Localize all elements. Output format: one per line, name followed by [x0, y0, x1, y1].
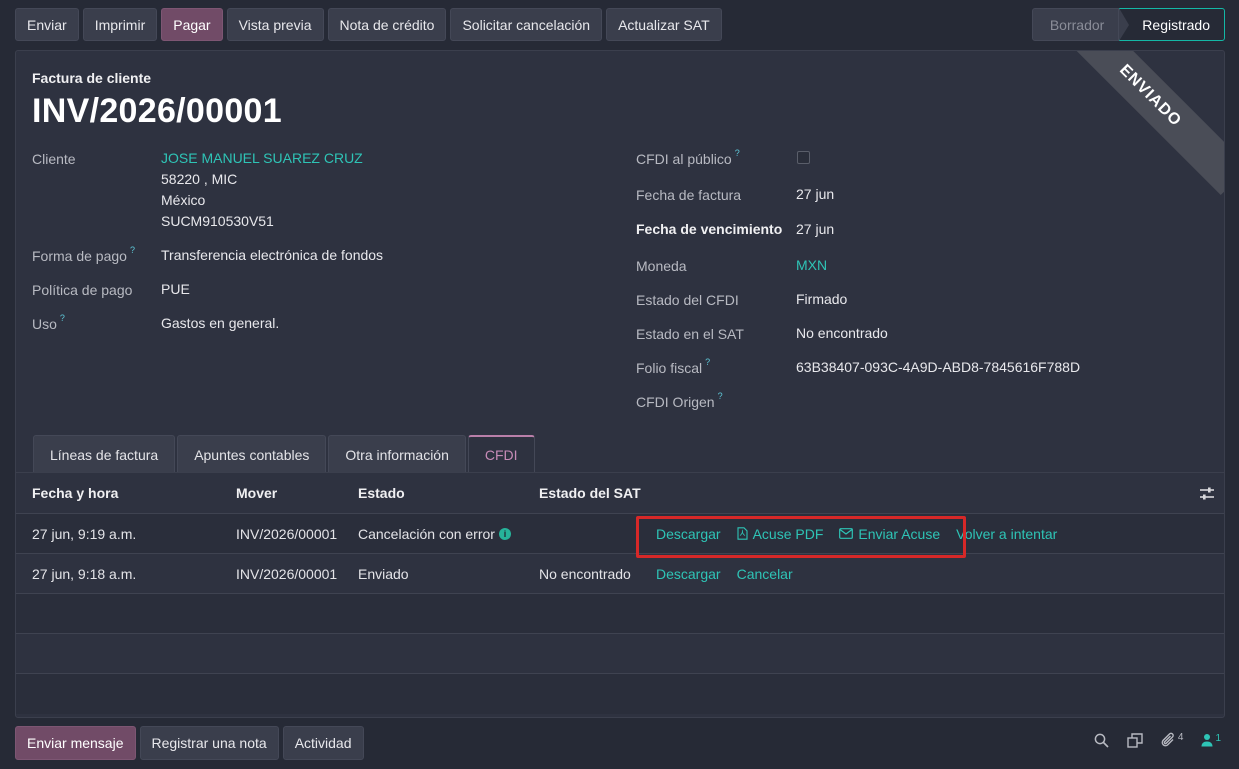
customer-address-line1: 58220 , MIC: [161, 171, 238, 187]
due-date-label: Fecha de vencimiento: [636, 221, 783, 237]
sat-state-label: Estado en el SAT: [636, 326, 744, 342]
payment-method-label: Forma de pago?: [32, 245, 135, 264]
payment-policy-value[interactable]: PUE: [161, 279, 190, 300]
invoice-number: INV/2026/00001: [32, 92, 282, 130]
payment-policy-label: Política de pago: [32, 282, 133, 298]
customer-link[interactable]: JOSE MANUEL SUAREZ CRUZ: [161, 148, 363, 169]
table-row[interactable]: 27 jun, 9:19 a.m. INV/2026/00001 Cancela…: [16, 514, 1224, 558]
cfdi-state-label: Estado del CFDI: [636, 292, 739, 308]
column-header-datetime[interactable]: Fecha y hora: [32, 473, 118, 513]
usage-value[interactable]: Gastos en general.: [161, 313, 279, 334]
row-state: Enviado: [358, 565, 409, 582]
public-cfdi-checkbox[interactable]: [797, 151, 810, 164]
print-button[interactable]: Imprimir: [82, 8, 158, 41]
cancel-link[interactable]: Cancelar: [737, 566, 793, 582]
log-note-button[interactable]: Registrar una nota: [139, 726, 279, 760]
download-link[interactable]: Descargar: [656, 566, 721, 582]
empty-row: [16, 594, 1224, 634]
customer-label: Cliente: [32, 151, 76, 167]
retry-link[interactable]: Volver a intentar: [956, 526, 1057, 542]
stage-draft[interactable]: Borrador: [1031, 8, 1120, 41]
column-header-move[interactable]: Mover: [236, 473, 277, 513]
followers-count[interactable]: 1: [1201, 733, 1221, 747]
chatter-icons: 4 1: [1094, 732, 1221, 748]
highlight-box: [636, 516, 966, 558]
document-type: Factura de cliente: [32, 70, 152, 86]
fiscal-folio-label: Folio fiscal?: [636, 357, 711, 376]
tab-journal-items[interactable]: Apuntes contables: [177, 435, 327, 473]
public-cfdi-label: CFDI al público?: [636, 148, 740, 167]
invoice-sheet: ENVIADO Factura de cliente INV/2026/0000…: [15, 50, 1225, 718]
invoice-date-value[interactable]: 27 jun: [796, 184, 834, 205]
notebook-tabs: Líneas de factura Apuntes contables Otra…: [33, 435, 537, 473]
action-toolbar: Enviar Imprimir Pagar Vista previa Nota …: [15, 8, 722, 41]
request-cancellation-button[interactable]: Solicitar cancelación: [450, 8, 603, 41]
activity-button[interactable]: Actividad: [282, 726, 364, 760]
customer-address-country: México: [161, 192, 206, 208]
payment-method-value[interactable]: Transferencia electrónica de fondos: [161, 245, 383, 266]
info-icon[interactable]: i: [498, 527, 511, 540]
column-settings-icon[interactable]: [1199, 487, 1215, 500]
currency-label: Moneda: [636, 258, 687, 274]
row-actions: Descargar Cancelar: [656, 554, 793, 593]
empty-row: [16, 634, 1224, 674]
search-icon[interactable]: [1094, 733, 1109, 748]
tab-other-info[interactable]: Otra información: [328, 435, 466, 473]
row-move: INV/2026/00001: [236, 525, 338, 542]
row-datetime: 27 jun, 9:19 a.m.: [32, 525, 137, 542]
due-date-value[interactable]: 27 jun: [796, 219, 834, 240]
user-icon: [1201, 734, 1213, 747]
status-bar: Borrador Registrado: [1031, 8, 1225, 41]
row-move: INV/2026/00001: [236, 565, 338, 582]
column-header-state[interactable]: Estado: [358, 473, 405, 513]
credit-note-button[interactable]: Nota de crédito: [327, 8, 447, 41]
attachment-count[interactable]: 4: [1161, 732, 1183, 748]
row-state: Cancelación con error i: [358, 514, 511, 553]
help-icon[interactable]: ?: [60, 313, 65, 323]
help-icon[interactable]: ?: [735, 148, 740, 158]
send-button[interactable]: Enviar: [15, 8, 79, 41]
table-header: Fecha y hora Mover Estado Estado del SAT: [16, 473, 1224, 514]
table-row[interactable]: 27 jun, 9:18 a.m. INV/2026/00001 Enviado…: [16, 554, 1224, 594]
chatter-toolbar: Enviar mensaje Registrar una nota Activi…: [15, 726, 364, 760]
help-icon[interactable]: ?: [718, 391, 723, 401]
row-sat-state: No encontrado: [539, 565, 631, 582]
help-icon[interactable]: ?: [705, 357, 710, 367]
customer-rfc: SUCM910530V51: [161, 213, 274, 229]
preview-button[interactable]: Vista previa: [226, 8, 324, 41]
cfdi-table: Fecha y hora Mover Estado Estado del SAT…: [16, 473, 1224, 714]
tab-invoice-lines[interactable]: Líneas de factura: [33, 435, 176, 473]
stage-posted[interactable]: Registrado: [1119, 8, 1225, 41]
row-datetime: 27 jun, 9:18 a.m.: [32, 565, 137, 582]
currency-link[interactable]: MXN: [796, 255, 827, 276]
sat-state-value: No encontrado: [796, 325, 888, 341]
help-icon[interactable]: ?: [130, 245, 135, 255]
origin-cfdi-label: CFDI Origen?: [636, 391, 723, 410]
pay-button[interactable]: Pagar: [161, 8, 223, 41]
column-header-sat-state[interactable]: Estado del SAT: [539, 473, 641, 513]
usage-label: Uso?: [32, 313, 65, 332]
sent-ribbon: ENVIADO: [1051, 51, 1224, 195]
cfdi-state-value: Firmado: [796, 291, 848, 307]
paperclip-icon: [1161, 732, 1174, 747]
tab-cfdi[interactable]: CFDI: [467, 435, 535, 473]
empty-row: [16, 674, 1224, 714]
split-window-icon[interactable]: [1127, 732, 1143, 748]
fiscal-folio-value: 63B38407-093C-4A9D-ABD8-7845616F788D: [796, 359, 1081, 375]
invoice-date-label: Fecha de factura: [636, 187, 742, 203]
send-message-button[interactable]: Enviar mensaje: [15, 726, 136, 760]
update-sat-button[interactable]: Actualizar SAT: [606, 8, 722, 41]
